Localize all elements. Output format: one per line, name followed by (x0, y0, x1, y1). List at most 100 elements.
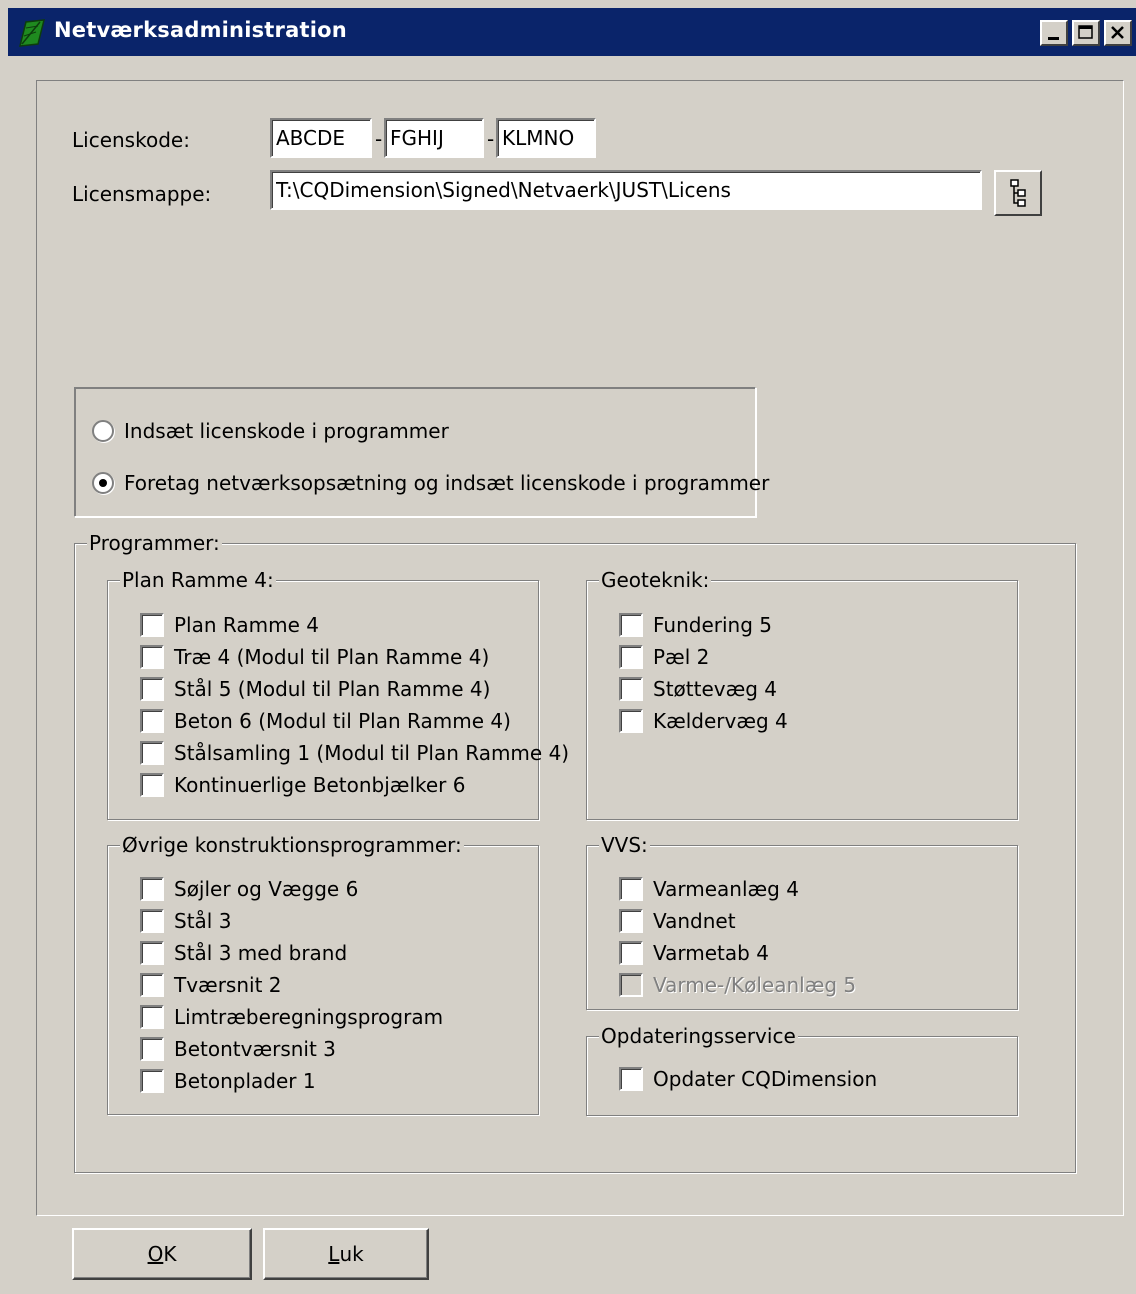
checkbox-plan-ramme-4[interactable]: Plan Ramme 4 (140, 611, 319, 639)
checkbox-varme-koeleanlaeg-5: Varme-/Køleanlæg 5 (619, 971, 856, 999)
checkbox[interactable] (619, 1067, 643, 1091)
checkbox-fundering-5[interactable]: Fundering 5 (619, 611, 772, 639)
license-code-part-3[interactable] (496, 118, 596, 158)
checkbox[interactable] (140, 773, 164, 797)
checkbox[interactable] (140, 741, 164, 765)
radio-network-setup[interactable]: Foretag netværksopsætning og indsæt lice… (92, 469, 769, 497)
checkbox[interactable] (140, 973, 164, 997)
opdatering-group: Opdateringsservice Opdater CQDimension (586, 1023, 1018, 1116)
checkbox-label: Støttevæg 4 (653, 677, 778, 701)
checkbox-tvaersnit-2[interactable]: Tværsnit 2 (140, 971, 282, 999)
close-button[interactable] (1104, 20, 1132, 46)
checkbox-label: Kældervæg 4 (653, 709, 788, 733)
checkbox-opdater-cqdimension[interactable]: Opdater CQDimension (619, 1065, 877, 1093)
checkbox[interactable] (140, 1037, 164, 1061)
checkbox-label: Varmetab 4 (653, 941, 769, 965)
checkbox-staal-5[interactable]: Stål 5 (Modul til Plan Ramme 4) (140, 675, 490, 703)
ovrige-group: Øvrige konstruktionsprogrammer: Søjler o… (107, 832, 539, 1115)
license-folder-input[interactable] (270, 170, 982, 210)
checkbox-pael-2[interactable]: Pæl 2 (619, 643, 709, 671)
checkbox[interactable] (140, 1069, 164, 1093)
checkbox-label: Plan Ramme 4 (174, 613, 319, 637)
luk-label-rest: uk (339, 1242, 364, 1266)
checkbox-beton-6[interactable]: Beton 6 (Modul til Plan Ramme 4) (140, 707, 511, 735)
geoteknik-group: Geoteknik: Fundering 5 Pæl 2 Støttevæg 4… (586, 567, 1018, 820)
license-folder-label: Licensmappe: (72, 182, 212, 206)
checkbox-label: Stål 3 (174, 909, 232, 933)
checkbox-betontvaersnit-3[interactable]: Betontværsnit 3 (140, 1035, 336, 1063)
checkbox-label: Tværsnit 2 (174, 973, 282, 997)
checkbox[interactable] (140, 645, 164, 669)
radio-insert-license[interactable]: Indsæt licenskode i programmer (92, 417, 449, 445)
checkbox[interactable] (619, 613, 643, 637)
checkbox[interactable] (140, 909, 164, 933)
folder-tree-icon (1010, 179, 1026, 207)
checkbox[interactable] (619, 709, 643, 733)
checkbox-varmeanlaeg-4[interactable]: Varmeanlæg 4 (619, 875, 799, 903)
license-separator: - (375, 127, 383, 151)
browse-folder-button[interactable] (994, 170, 1042, 216)
minimize-button[interactable] (1040, 20, 1068, 46)
checkbox[interactable] (140, 709, 164, 733)
checkbox-label: Kontinuerlige Betonbjælker 6 (174, 773, 466, 797)
checkbox-label: Betonplader 1 (174, 1069, 316, 1093)
ok-button[interactable]: OK (72, 1228, 252, 1280)
checkbox[interactable] (619, 941, 643, 965)
programs-group-title: Programmer: (87, 530, 222, 556)
checkbox-betonplader-1[interactable]: Betonplader 1 (140, 1067, 316, 1095)
checkbox-label: Stål 5 (Modul til Plan Ramme 4) (174, 677, 491, 701)
checkbox[interactable] (619, 877, 643, 901)
checkbox-trae-4[interactable]: Træ 4 (Modul til Plan Ramme 4) (140, 643, 489, 671)
checkbox-label: Limtræberegningsprogram (174, 1005, 444, 1029)
mode-group (74, 387, 756, 517)
close-dialog-button[interactable]: Luk (263, 1228, 429, 1280)
checkbox-varmetab-4[interactable]: Varmetab 4 (619, 939, 769, 967)
radio-button[interactable] (92, 420, 114, 442)
checkbox-staalsamling-1[interactable]: Stålsamling 1 (Modul til Plan Ramme 4) (140, 739, 569, 767)
license-code-label: Licenskode: (72, 128, 190, 152)
checkbox-kaeldervaeg-4[interactable]: Kældervæg 4 (619, 707, 788, 735)
luk-mnemonic: L (328, 1242, 340, 1266)
radio-label: Indsæt licenskode i programmer (124, 419, 449, 443)
checkbox[interactable] (619, 677, 643, 701)
leaf-icon (16, 18, 46, 48)
checkbox[interactable] (140, 877, 164, 901)
title-bar[interactable]: Netværksadministration (8, 8, 1136, 56)
checkbox[interactable] (140, 941, 164, 965)
checkbox-kontinuerlige-betonbjaelker-6[interactable]: Kontinuerlige Betonbjælker 6 (140, 771, 465, 799)
checkbox[interactable] (140, 613, 164, 637)
radio-button[interactable] (92, 472, 114, 494)
ok-label-rest: K (163, 1242, 177, 1266)
checkbox (619, 973, 643, 997)
checkbox-label: Betontværsnit 3 (174, 1037, 336, 1061)
checkbox-label: Opdater CQDimension (653, 1067, 878, 1091)
checkbox-soejler-og-vaegge-6[interactable]: Søjler og Vægge 6 (140, 875, 358, 903)
license-code-part-2[interactable] (384, 118, 484, 158)
maximize-button[interactable] (1072, 20, 1100, 46)
checkbox-label: Fundering 5 (653, 613, 772, 637)
checkbox[interactable] (619, 645, 643, 669)
checkbox-staal-3-med-brand[interactable]: Stål 3 med brand (140, 939, 347, 967)
checkbox[interactable] (619, 909, 643, 933)
ok-mnemonic: O (147, 1242, 164, 1266)
checkbox[interactable] (140, 1005, 164, 1029)
checkbox-label: Beton 6 (Modul til Plan Ramme 4) (174, 709, 511, 733)
window-title: Netværksadministration (54, 18, 347, 42)
license-code-part-1[interactable] (270, 118, 372, 158)
license-separator: - (487, 127, 495, 151)
plan-ramme-group: Plan Ramme 4: Plan Ramme 4 Træ 4 (Modul … (107, 567, 569, 820)
vvs-title: VVS: (599, 832, 650, 858)
checkbox-label: Stål 3 med brand (174, 941, 348, 965)
checkbox-label: Søjler og Vægge 6 (174, 877, 359, 901)
checkbox[interactable] (140, 677, 164, 701)
checkbox-stoettevaeg-4[interactable]: Støttevæg 4 (619, 675, 777, 703)
ovrige-title: Øvrige konstruktionsprogrammer: (120, 832, 464, 858)
checkbox-vandnet[interactable]: Vandnet (619, 907, 736, 935)
radio-label: Foretag netværksopsætning og indsæt lice… (124, 471, 770, 495)
checkbox-staal-3[interactable]: Stål 3 (140, 907, 231, 935)
checkbox-label: Vandnet (653, 909, 736, 933)
geoteknik-title: Geoteknik: (599, 567, 712, 593)
vvs-group: VVS: Varmeanlæg 4 Vandnet Varmetab 4 Var… (586, 832, 1018, 1010)
plan-ramme-title: Plan Ramme 4: (120, 567, 276, 593)
checkbox-limtraeberegningsprogram[interactable]: Limtræberegningsprogram (140, 1003, 443, 1031)
